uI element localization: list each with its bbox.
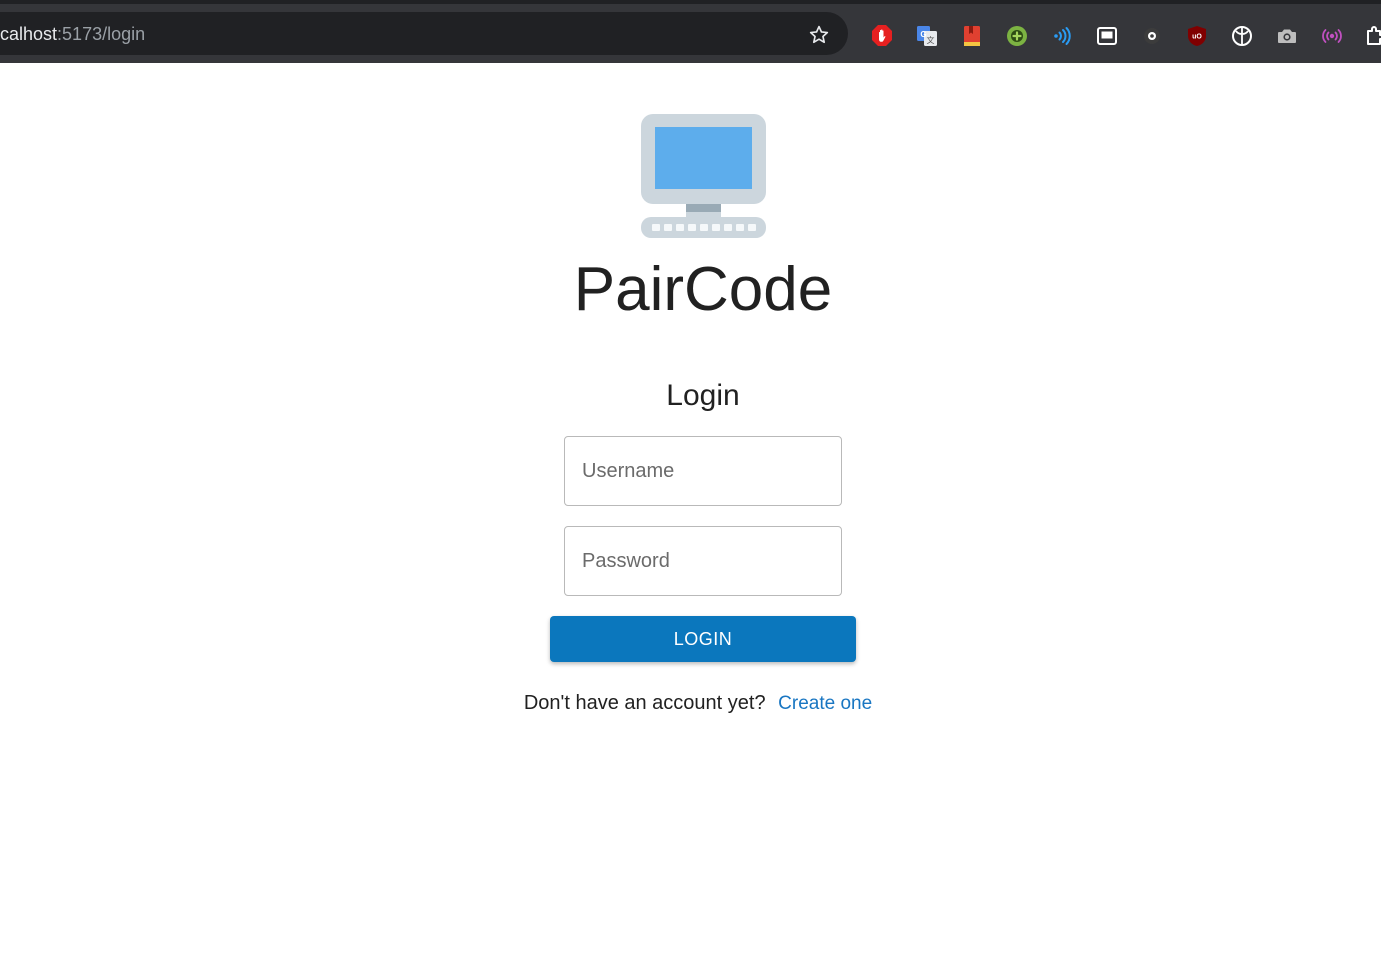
record-icon[interactable]: [1140, 24, 1164, 48]
password-input[interactable]: [565, 527, 841, 595]
signup-prompt-text: Don't have an account yet?: [523, 692, 766, 714]
login-heading: Login: [666, 379, 740, 412]
broadcast-icon[interactable]: [1320, 24, 1344, 48]
url-text[interactable]: calhost:5173/login: [0, 24, 145, 44]
signup-prompt: Don't have an account yet? Create one: [0, 688, 1381, 719]
url-path: :5173/login: [57, 24, 146, 44]
svg-text:文: 文: [927, 35, 935, 45]
bookmark-book-icon[interactable]: [960, 24, 984, 48]
adblock-icon[interactable]: [870, 24, 894, 48]
add-circle-icon[interactable]: [1005, 24, 1029, 48]
bookmark-star-icon[interactable]: [808, 24, 830, 46]
username-field[interactable]: [564, 436, 842, 506]
address-bar[interactable]: calhost:5173/login: [0, 12, 848, 55]
svg-text:uO: uO: [1192, 34, 1202, 41]
url-host: calhost: [0, 24, 58, 44]
wireless-icon[interactable]: [1050, 24, 1074, 48]
browser-toolbar: calhost:5173/login G 文 uO: [0, 0, 1381, 63]
computer-icon: [641, 114, 766, 238]
create-account-link[interactable]: Create one: [778, 693, 872, 714]
username-input[interactable]: [565, 437, 841, 505]
google-translate-icon[interactable]: G 文: [915, 24, 939, 48]
extensions-puzzle-icon[interactable]: [1364, 24, 1381, 48]
ublock-origin-icon[interactable]: uO: [1185, 24, 1209, 48]
login-page: PairCode Login LOGIN Don't have an accou…: [0, 63, 1381, 971]
app-title: PairCode: [573, 255, 833, 324]
password-field[interactable]: [564, 526, 842, 596]
brain-icon[interactable]: [1230, 24, 1254, 48]
camera-icon[interactable]: [1275, 24, 1299, 48]
picture-in-picture-icon[interactable]: [1095, 24, 1119, 48]
login-button[interactable]: LOGIN: [550, 616, 856, 662]
